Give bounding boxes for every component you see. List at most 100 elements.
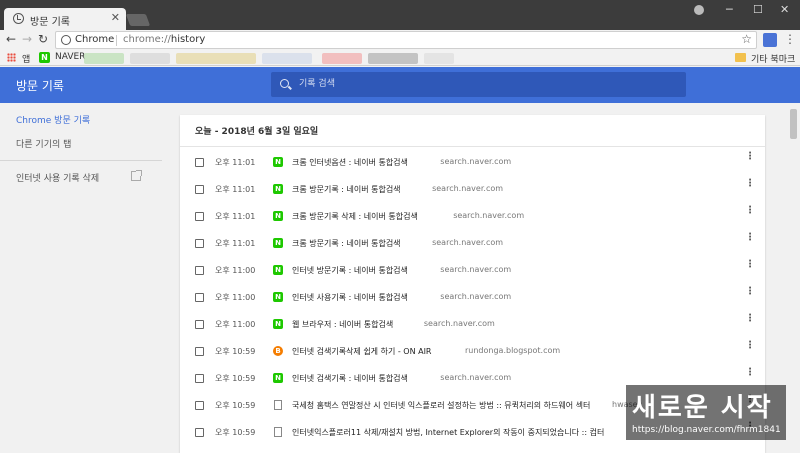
- entry-checkbox[interactable]: [195, 347, 204, 356]
- entry-menu-icon[interactable]: ⋮: [745, 233, 755, 243]
- entry-checkbox[interactable]: [195, 374, 204, 383]
- bookmark-blurred[interactable]: [130, 53, 170, 64]
- entry-title-link[interactable]: 인터넷익스플로러11 삭제/재설치 방법, Internet Explorer의…: [292, 427, 604, 438]
- reload-button[interactable]: ↻: [38, 32, 48, 46]
- history-entry[interactable]: 오후 11:00 N 웹 브라우저 : 네이버 통합검색 search.naver.c…: [180, 312, 765, 339]
- sidebar-item-other-devices[interactable]: 다른 기기의 탭: [16, 137, 71, 150]
- history-app-bar: 방문 기록: [0, 67, 800, 103]
- entry-checkbox[interactable]: [195, 428, 204, 437]
- entry-time: 오후 11:00: [215, 293, 256, 302]
- bookmark-blurred[interactable]: [424, 53, 454, 64]
- bookmark-naver[interactable]: NAVER: [55, 52, 85, 62]
- doc-favicon-icon: [274, 427, 282, 437]
- apps-grid-icon[interactable]: [7, 53, 16, 62]
- forward-button[interactable]: →: [22, 32, 32, 46]
- maximize-button[interactable]: ☐: [753, 3, 763, 16]
- search-icon: [280, 79, 289, 88]
- entry-menu-icon[interactable]: ⋮: [745, 341, 755, 351]
- tab-history[interactable]: 방문 기록 ✕: [4, 8, 126, 30]
- entry-domain: rundonga.blogspot.com: [465, 346, 561, 355]
- bookmark-blurred[interactable]: [368, 53, 418, 64]
- date-header: 오늘 - 2018년 6월 3일 일요일: [195, 127, 319, 137]
- entry-title-link[interactable]: 웹 브라우저 : 네이버 통합검색: [292, 319, 393, 330]
- history-entry[interactable]: 오후 11:01 N 크롬 방문기록 : 네이버 통합검색 search.naver.…: [180, 231, 765, 258]
- entry-domain: search.naver.com: [440, 157, 512, 166]
- address-bar[interactable]: Chrome chrome://history ☆: [55, 31, 757, 49]
- entry-checkbox[interactable]: [195, 266, 204, 275]
- history-entry[interactable]: 오후 11:01 N 크롬 방문기록 삭제 : 네이버 통합검색 search.nav…: [180, 204, 765, 231]
- history-entry[interactable]: 오후 11:01 N 크롬 방문기록 : 네이버 통합검색 search.naver.…: [180, 177, 765, 204]
- entry-menu-icon[interactable]: ⋮: [745, 368, 755, 378]
- entry-title-link[interactable]: 크롬 인터넷옵션 : 네이버 통합검색: [292, 157, 408, 168]
- chrome-icon: [61, 35, 71, 45]
- bookmark-other[interactable]: 기타 북마크: [751, 52, 795, 65]
- external-link-icon: [131, 170, 142, 181]
- entry-checkbox[interactable]: [195, 293, 204, 302]
- page-scrollbar[interactable]: [787, 103, 800, 453]
- entry-menu-icon[interactable]: ⋮: [745, 260, 755, 270]
- entry-checkbox[interactable]: [195, 212, 204, 221]
- profile-icon[interactable]: [694, 5, 704, 15]
- entry-title-link[interactable]: 크롬 방문기록 : 네이버 통합검색: [292, 184, 401, 195]
- browser-menu-icon[interactable]: ⋮: [784, 32, 796, 46]
- history-entry[interactable]: 오후 10:59 B 인터넷 검색기록삭제 쉽게 하기 - ON AIR rundon…: [180, 339, 765, 366]
- minimize-button[interactable]: ─: [726, 3, 733, 16]
- bookmarks-bar: 앱 N NAVER 기타 북마크: [0, 50, 800, 66]
- history-entry[interactable]: 오후 11:00 N 인터넷 방문기록 : 네이버 통합검색 search.naver…: [180, 258, 765, 285]
- entry-checkbox[interactable]: [195, 401, 204, 410]
- entry-menu-icon[interactable]: ⋮: [745, 152, 755, 162]
- bookmark-blurred[interactable]: [176, 53, 256, 64]
- sidebar-divider: [0, 160, 162, 161]
- tab-close-button[interactable]: ✕: [111, 11, 120, 24]
- search-input[interactable]: [299, 76, 669, 92]
- entry-title-link[interactable]: 국세청 홈택스 연말정산 시 인터넷 익스플로러 설정하는 방법 :: 뮤퀵처리…: [292, 400, 590, 411]
- entry-title-link[interactable]: 인터넷 검색기록 : 네이버 통합검색: [292, 373, 408, 384]
- entry-checkbox[interactable]: [195, 185, 204, 194]
- naver-favicon-icon: N: [273, 184, 283, 194]
- bookmark-blurred[interactable]: [322, 53, 362, 64]
- naver-favicon-icon: N: [273, 319, 283, 329]
- url-scheme: chrome://: [123, 34, 171, 45]
- entry-menu-icon[interactable]: ⋮: [745, 287, 755, 297]
- entry-menu-icon[interactable]: ⋮: [745, 314, 755, 324]
- entry-menu-icon[interactable]: ⋮: [745, 206, 755, 216]
- entry-checkbox[interactable]: [195, 158, 204, 167]
- bookmark-apps[interactable]: 앱: [22, 52, 30, 65]
- close-window-button[interactable]: ✕: [780, 3, 789, 16]
- bookmark-blurred[interactable]: [262, 53, 312, 64]
- naver-favicon-icon: N: [273, 211, 283, 221]
- history-search[interactable]: [271, 72, 686, 97]
- entry-menu-icon[interactable]: ⋮: [745, 179, 755, 189]
- entry-time: 오후 10:59: [215, 428, 256, 437]
- browser-toolbar: ← → ↻ Chrome chrome://history ☆: [0, 30, 800, 50]
- url-path: history: [170, 34, 206, 45]
- history-entry[interactable]: 오후 11:00 N 인터넷 사용기록 : 네이버 통합검색 search.naver…: [180, 285, 765, 312]
- entry-title-link[interactable]: 크롬 방문기록 삭제 : 네이버 통합검색: [292, 211, 418, 222]
- folder-icon: [735, 53, 746, 62]
- entry-title-link[interactable]: 인터넷 방문기록 : 네이버 통합검색: [292, 265, 408, 276]
- entry-time: 오후 11:00: [215, 266, 256, 275]
- entry-title-link[interactable]: 인터넷 사용기록 : 네이버 통합검색: [292, 292, 408, 303]
- entry-domain: search.naver.com: [432, 184, 504, 193]
- new-tab-button[interactable]: [125, 14, 151, 26]
- entry-domain: search.naver.com: [440, 373, 512, 382]
- history-entry[interactable]: 오후 11:01 N 크롬 인터넷옵션 : 네이버 통합검색 search.naver…: [180, 150, 765, 177]
- entry-time: 오후 11:01: [215, 212, 256, 221]
- entry-domain: search.naver.com: [453, 211, 525, 220]
- watermark-url: https://blog.naver.com/fhrm1841: [632, 425, 781, 435]
- naver-favicon-icon: N: [273, 157, 283, 167]
- entry-checkbox[interactable]: [195, 239, 204, 248]
- entry-title-link[interactable]: 인터넷 검색기록삭제 쉽게 하기 - ON AIR: [292, 346, 432, 357]
- naver-favicon-icon: N: [273, 373, 283, 383]
- bookmark-blurred[interactable]: [84, 53, 124, 64]
- omnibox-chip: Chrome: [75, 34, 115, 45]
- sidebar-item-chrome-history[interactable]: Chrome 방문 기록: [16, 113, 90, 126]
- omnibox-url[interactable]: chrome://history: [123, 34, 205, 45]
- scrollbar-thumb[interactable]: [790, 109, 797, 139]
- entry-checkbox[interactable]: [195, 320, 204, 329]
- entry-title-link[interactable]: 크롬 방문기록 : 네이버 통합검색: [292, 238, 401, 249]
- translate-extension-icon[interactable]: [763, 33, 777, 47]
- sidebar-item-clear-data[interactable]: 인터넷 사용 기록 삭제: [16, 171, 99, 184]
- back-button[interactable]: ←: [6, 32, 16, 46]
- bookmark-star-icon[interactable]: ☆: [741, 32, 752, 46]
